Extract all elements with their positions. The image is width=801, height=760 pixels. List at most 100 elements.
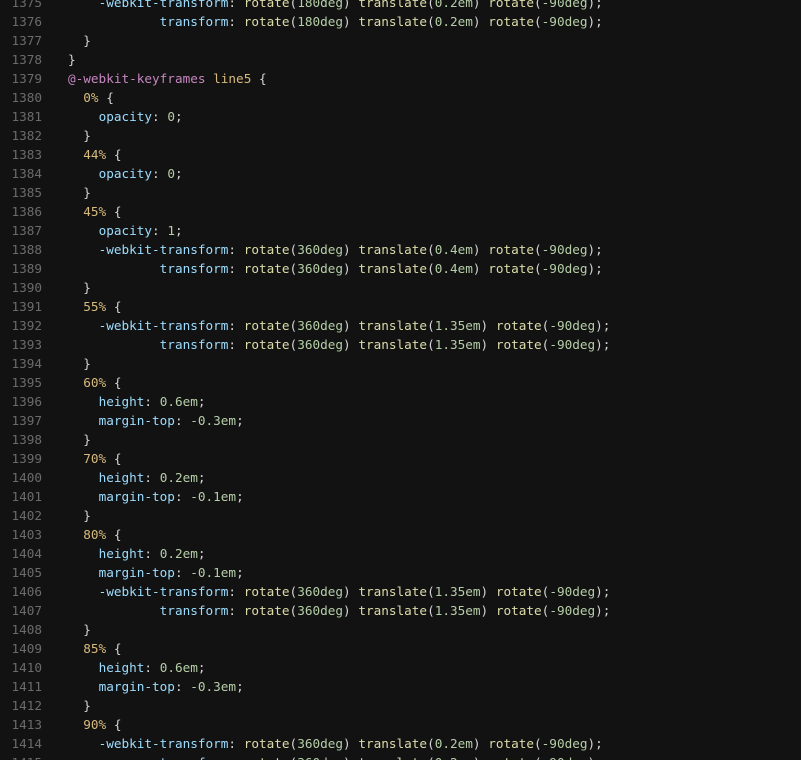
code-line[interactable]: 1379 @-webkit-keyframes line5 { <box>0 69 801 88</box>
code-line[interactable]: 1376 transform: rotate(180deg) translate… <box>0 12 801 31</box>
code-text: transform: rotate(360deg) translate(0.4e… <box>159 261 603 276</box>
code-line[interactable]: 1410 height: 0.6em; <box>0 658 801 677</box>
code-text: 60% { <box>83 375 122 390</box>
code-text: } <box>68 698 91 713</box>
code-text: transform: rotate(360deg) translate(1.35… <box>159 603 611 618</box>
line-number: 1383 <box>11 147 42 162</box>
code-line[interactable]: 1387 opacity: 1; <box>0 221 801 240</box>
code-text: -webkit-transform: rotate(180deg) transl… <box>98 0 603 10</box>
line-number: 1402 <box>11 508 42 523</box>
code-text: } <box>68 185 91 200</box>
line-number: 1403 <box>11 527 42 542</box>
code-line[interactable]: 1385 } <box>0 183 801 202</box>
line-number: 1414 <box>11 736 42 751</box>
code-line[interactable]: 1389 transform: rotate(360deg) translate… <box>0 259 801 278</box>
code-text: 45% { <box>83 204 122 219</box>
code-text: @-webkit-keyframes line5 { <box>68 71 267 86</box>
line-number: 1396 <box>11 394 42 409</box>
code-text: height: 0.2em; <box>98 546 206 561</box>
line-number: 1382 <box>11 128 42 143</box>
code-line[interactable]: 1402 } <box>0 506 801 525</box>
code-text: 44% { <box>83 147 122 162</box>
code-line[interactable]: 1415 transform: rotate(360deg) translate… <box>0 753 801 760</box>
code-line[interactable]: 1406 -webkit-transform: rotate(360deg) t… <box>0 582 801 601</box>
line-number: 1378 <box>11 52 42 67</box>
line-number: 1412 <box>11 698 42 713</box>
code-line[interactable]: 1409 85% { <box>0 639 801 658</box>
line-number: 1409 <box>11 641 42 656</box>
code-line[interactable]: 1386 45% { <box>0 202 801 221</box>
code-text: opacity: 0; <box>98 109 183 124</box>
code-text: height: 0.6em; <box>98 394 206 409</box>
line-number: 1388 <box>11 242 42 257</box>
line-number: 1397 <box>11 413 42 428</box>
code-line[interactable]: 1400 height: 0.2em; <box>0 468 801 487</box>
code-text: transform: rotate(360deg) translate(0.2e… <box>68 753 603 760</box>
code-line[interactable]: 1390 } <box>0 278 801 297</box>
code-line[interactable]: 1413 90% { <box>0 715 801 734</box>
code-line[interactable]: 1399 70% { <box>0 449 801 468</box>
code-line[interactable]: 1391 55% { <box>0 297 801 316</box>
code-line[interactable]: 1383 44% { <box>0 145 801 164</box>
line-number: 1405 <box>11 565 42 580</box>
code-line[interactable]: 1414 -webkit-transform: rotate(360deg) t… <box>0 734 801 753</box>
code-line[interactable]: 1397 margin-top: -0.3em; <box>0 411 801 430</box>
code-line[interactable]: 1403 80% { <box>0 525 801 544</box>
line-number: 1381 <box>11 109 42 124</box>
line-number: 1406 <box>11 584 42 599</box>
code-text: 55% { <box>83 299 122 314</box>
code-text: -webkit-transform: rotate(360deg) transl… <box>98 584 611 599</box>
code-text: -webkit-transform: rotate(360deg) transl… <box>98 736 603 751</box>
code-text: 80% { <box>83 527 122 542</box>
code-text: opacity: 1; <box>98 223 183 238</box>
line-number: 1410 <box>11 660 42 675</box>
line-number: 1375 <box>11 0 42 10</box>
code-text: -webkit-transform: rotate(360deg) transl… <box>98 242 603 257</box>
line-number: 1393 <box>11 337 42 352</box>
code-line[interactable]: 1380 0% { <box>0 88 801 107</box>
code-text: margin-top: -0.3em; <box>98 679 244 694</box>
code-text: } <box>68 52 76 67</box>
code-text: height: 0.2em; <box>98 470 206 485</box>
code-text: } <box>68 356 91 371</box>
line-number: 1385 <box>11 185 42 200</box>
code-line[interactable]: 1396 height: 0.6em; <box>0 392 801 411</box>
code-line[interactable]: 1377 } <box>0 31 801 50</box>
code-line[interactable]: 1392 -webkit-transform: rotate(360deg) t… <box>0 316 801 335</box>
code-text: } <box>68 622 91 637</box>
code-line[interactable]: 1393 transform: rotate(360deg) translate… <box>0 335 801 354</box>
code-text: 0% { <box>83 90 114 105</box>
code-lines: 1375 -webkit-transform: rotate(180deg) t… <box>0 0 801 760</box>
line-number: 1394 <box>11 356 42 371</box>
code-line[interactable]: 1405 margin-top: -0.1em; <box>0 563 801 582</box>
code-line[interactable]: 1384 opacity: 0; <box>0 164 801 183</box>
code-line[interactable]: 1378} <box>0 50 801 69</box>
code-line[interactable]: 1407 transform: rotate(360deg) translate… <box>0 601 801 620</box>
code-line[interactable]: 1401 margin-top: -0.1em; <box>0 487 801 506</box>
line-number: 1408 <box>11 622 42 637</box>
line-number: 1411 <box>11 679 42 694</box>
line-number: 1404 <box>11 546 42 561</box>
code-text: margin-top: -0.3em; <box>98 413 244 428</box>
line-number: 1415 <box>0 753 42 760</box>
code-text: } <box>68 128 91 143</box>
code-line[interactable]: 1375 -webkit-transform: rotate(180deg) t… <box>0 0 801 12</box>
code-editor[interactable]: 1375 -webkit-transform: rotate(180deg) t… <box>0 0 801 760</box>
code-text: margin-top: -0.1em; <box>98 489 244 504</box>
code-line[interactable]: 1395 60% { <box>0 373 801 392</box>
code-line[interactable]: 1408 } <box>0 620 801 639</box>
code-line[interactable]: 1404 height: 0.2em; <box>0 544 801 563</box>
code-line[interactable]: 1381 opacity: 0; <box>0 107 801 126</box>
code-line[interactable]: 1382 } <box>0 126 801 145</box>
code-line[interactable]: 1398 } <box>0 430 801 449</box>
code-line[interactable]: 1388 -webkit-transform: rotate(360deg) t… <box>0 240 801 259</box>
code-text: } <box>68 432 91 447</box>
line-number: 1395 <box>11 375 42 390</box>
line-number: 1392 <box>11 318 42 333</box>
line-number: 1389 <box>11 261 42 276</box>
code-line[interactable]: 1412 } <box>0 696 801 715</box>
code-line[interactable]: 1394 } <box>0 354 801 373</box>
code-text: transform: rotate(180deg) translate(0.2e… <box>159 14 603 29</box>
code-text: } <box>68 508 91 523</box>
code-line[interactable]: 1411 margin-top: -0.3em; <box>0 677 801 696</box>
